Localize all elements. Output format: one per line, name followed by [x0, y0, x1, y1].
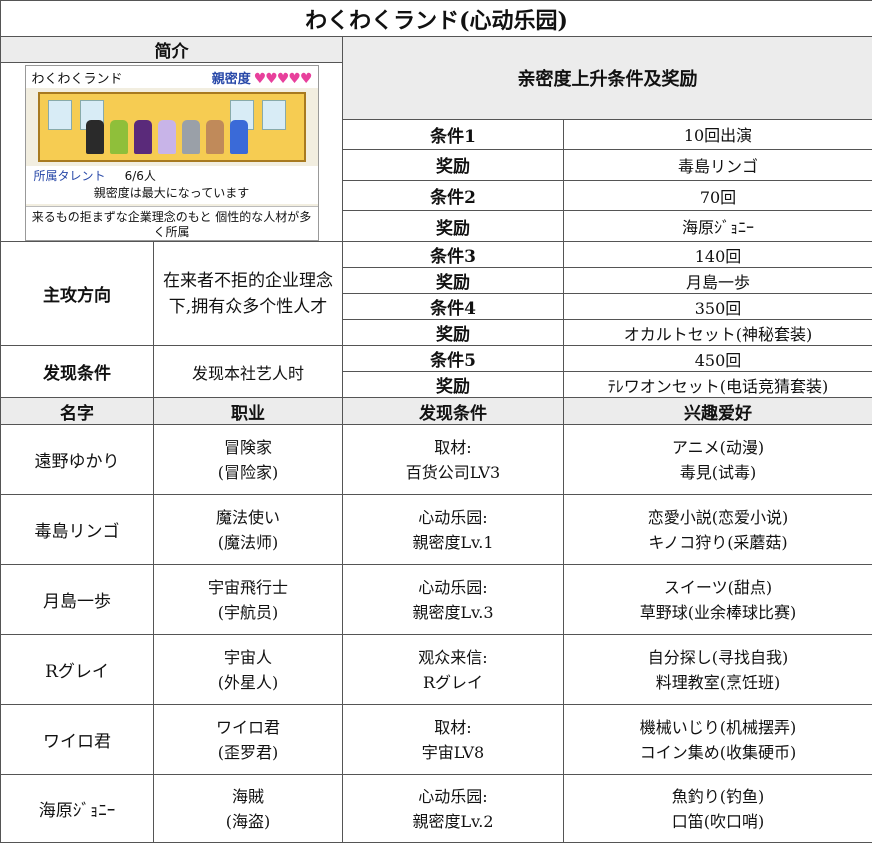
table-row: 月島一歩 宇宙飛行士(宇航员) 心动乐园:親密度Lv.3 スイーツ(甜点)草野球…: [1, 565, 872, 635]
reward-label: 奖励: [343, 372, 564, 398]
reward-label: 条件3: [343, 242, 564, 268]
park-info-table: わくわくランド(心动乐园) 简介 亲密度上升条件及奖励 わくわくランド 親密度♥…: [0, 0, 872, 843]
reward-header: 亲密度上升条件及奖励: [343, 37, 872, 120]
character-sprite: [86, 120, 104, 154]
table-row: ワイロ君 ワイロ君(歪罗君) 取材:宇宙LV8 機械いじり(机械摆弄)コイン集め…: [1, 705, 872, 775]
character-sprite: [158, 120, 176, 154]
member-condition: 取材:宇宙LV8: [343, 705, 564, 775]
member-name: ワイロ君: [1, 705, 154, 775]
reward-value: 海原ｼﾞｮﾆｰ: [564, 211, 872, 242]
reward-value: 350回: [564, 294, 872, 320]
member-condition: 取材:百货公司LV3: [343, 425, 564, 495]
focus-label: 主攻方向: [1, 242, 154, 346]
table-row: 海原ｼﾞｮﾆｰ 海賊(海盗) 心动乐园:親密度Lv.2 魚釣り(钓鱼)口笛(吹口…: [1, 775, 872, 843]
column-header-job: 职业: [154, 398, 343, 425]
reward-label: 奖励: [343, 320, 564, 346]
member-name: 海原ｼﾞｮﾆｰ: [1, 775, 154, 843]
column-header-hobby: 兴趣爱好: [564, 398, 872, 425]
reward-value: 140回: [564, 242, 872, 268]
member-hobby: 機械いじり(机械摆弄)コイン集め(收集硬币): [564, 705, 872, 775]
reward-label: 条件1: [343, 119, 564, 150]
member-hobby: 魚釣り(钓鱼)口笛(吹口哨): [564, 775, 872, 843]
member-condition: 心动乐园:親密度Lv.3: [343, 565, 564, 635]
affinity-status: 親密度は最大になっています: [34, 185, 310, 202]
member-job: 冒険家(冒险家): [154, 425, 343, 495]
member-job: 海賊(海盗): [154, 775, 343, 843]
game-screenshot: わくわくランド 親密度♥♥♥♥♥ 所属タレント: [25, 65, 319, 241]
park-name: わくわくランド: [32, 68, 123, 87]
member-job: 宇宙人(外星人): [154, 635, 343, 705]
discover-value: 发现本社艺人时: [154, 346, 343, 398]
heart-icon: ♥♥♥♥♥: [254, 71, 312, 87]
reward-value: 10回出演: [564, 119, 872, 150]
stage-scene: [38, 92, 306, 162]
member-job: 魔法使い(魔法师): [154, 495, 343, 565]
reward-label: 奖励: [343, 150, 564, 181]
reward-value: オカルトセット(神秘套装): [564, 320, 872, 346]
page-title: わくわくランド(心动乐园): [1, 1, 872, 37]
screenshot-topbar: わくわくランド 親密度♥♥♥♥♥: [26, 66, 318, 88]
reward-value: 月島一歩: [564, 268, 872, 294]
character-sprite: [134, 120, 152, 154]
talent-label: 所属タレント: [34, 169, 106, 183]
table-row: 毒島リンゴ 魔法使い(魔法师) 心动乐园:親密度Lv.1 恋愛小説(恋爱小说)キ…: [1, 495, 872, 565]
reward-value: 70回: [564, 180, 872, 211]
reward-label: 条件4: [343, 294, 564, 320]
member-condition: 心动乐园:親密度Lv.1: [343, 495, 564, 565]
character-sprite: [182, 120, 200, 154]
member-condition: 观众来信:Rグレイ: [343, 635, 564, 705]
member-hobby: スイーツ(甜点)草野球(业余棒球比赛): [564, 565, 872, 635]
member-job: ワイロ君(歪罗君): [154, 705, 343, 775]
reward-label: 奖励: [343, 211, 564, 242]
member-hobby: 恋愛小説(恋爱小说)キノコ狩り(采蘑菇): [564, 495, 872, 565]
park-description: 来るもの拒まずな企業理念のもと 個性的な人材が多く所属: [26, 206, 318, 241]
reward-label: 奖励: [343, 268, 564, 294]
table-row: 遠野ゆかり 冒険家(冒险家) 取材:百货公司LV3 アニメ(动漫)毒見(试毒): [1, 425, 872, 495]
reward-value: 毒島リンゴ: [564, 150, 872, 181]
intro-screenshot-cell: わくわくランド 親密度♥♥♥♥♥ 所属タレント: [1, 63, 343, 242]
window-graphic: [262, 100, 286, 130]
window-graphic: [48, 100, 72, 130]
screenshot-status: 所属タレント 6/6人 親密度は最大になっています: [26, 166, 318, 204]
table-row: Rグレイ 宇宙人(外星人) 观众来信:Rグレイ 自分探し(寻找自我)料理教室(烹…: [1, 635, 872, 705]
member-name: 毒島リンゴ: [1, 495, 154, 565]
intro-header: 简介: [1, 37, 343, 63]
member-name: Rグレイ: [1, 635, 154, 705]
reward-value: ﾃﾚワオンセット(电话竞猜套装): [564, 372, 872, 398]
member-hobby: 自分探し(寻找自我)料理教室(烹饪班): [564, 635, 872, 705]
reward-label: 条件2: [343, 180, 564, 211]
member-job: 宇宙飛行士(宇航员): [154, 565, 343, 635]
discover-label: 发现条件: [1, 346, 154, 398]
focus-value: 在来者不拒的企业理念下,拥有众多个性人才: [154, 242, 343, 346]
reward-label: 条件5: [343, 346, 564, 372]
talent-count: 6/6人: [125, 169, 156, 183]
character-sprite: [206, 120, 224, 154]
reward-value: 450回: [564, 346, 872, 372]
affinity-label: 親密度: [212, 72, 251, 87]
column-header-condition: 发现条件: [343, 398, 564, 425]
member-hobby: アニメ(动漫)毒見(试毒): [564, 425, 872, 495]
character-sprite: [110, 120, 128, 154]
character-sprite: [230, 120, 248, 154]
member-name: 遠野ゆかり: [1, 425, 154, 495]
member-name: 月島一歩: [1, 565, 154, 635]
member-condition: 心动乐园:親密度Lv.2: [343, 775, 564, 843]
column-header-name: 名字: [1, 398, 154, 425]
